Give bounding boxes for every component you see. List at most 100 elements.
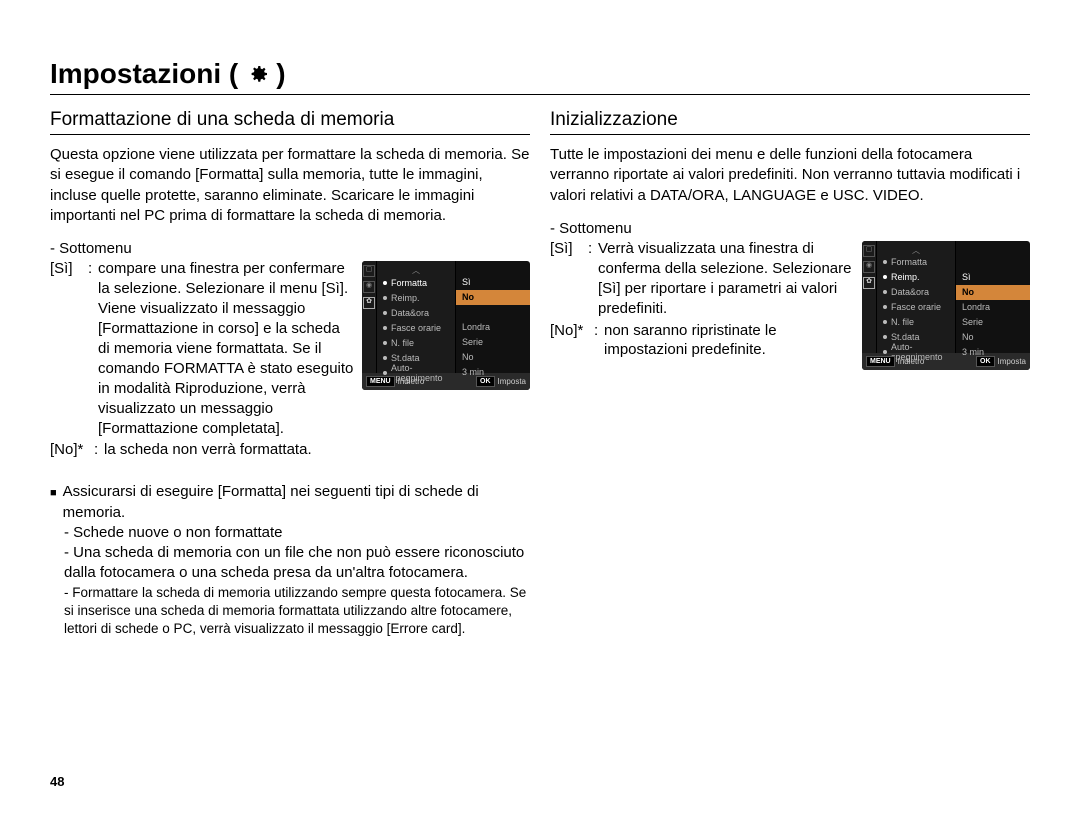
page-title: Impostazioni ( [50, 58, 238, 90]
def-key: [Sì] [50, 259, 88, 438]
ok-tag: OK [976, 356, 995, 367]
bullet-icon [383, 356, 387, 360]
left-row: [Sì] : compare una finestra per conferma… [50, 259, 530, 462]
camera-menu-item: Formatta [877, 255, 955, 270]
camera-menu-item: N. file [377, 335, 455, 350]
camera-tab-icon: ◉ [363, 281, 375, 293]
page-number: 48 [50, 774, 64, 789]
def-separator: : [594, 321, 604, 361]
note-bullet: - Schede nuove o non formattate [64, 523, 530, 543]
bullet-icon [883, 260, 887, 264]
camera-screenshot-left: ▢ ◉ ✿ ︿ Formatta Reimp. Data&ora Fasce o… [362, 261, 530, 390]
camera-tab-icon: ◉ [863, 261, 875, 273]
menu-label: Fasce orarie [891, 302, 941, 312]
ok-tag: OK [476, 376, 495, 387]
bullet-icon [383, 296, 387, 300]
right-heading: Inizializzazione [550, 109, 1030, 135]
camera-screenshot-right: ▢ ◉ ✿ ︿ Formatta Reimp. Data&ora Fasce o… [862, 241, 1030, 370]
gear-icon: ✿ [863, 277, 875, 289]
camera-value [456, 305, 530, 320]
camera-menu-item: Reimp. [877, 270, 955, 285]
page-title-row: Impostazioni ( ) [50, 58, 1030, 95]
menu-tag: MENU [366, 376, 395, 387]
page-title-close: ) [276, 58, 285, 90]
list-item: [Sì] : compare una finestra per conferma… [50, 259, 354, 438]
camera-option: Sì [956, 270, 1030, 285]
menu-label: Formatta [891, 257, 927, 267]
right-definitions: [Sì] : Verrà visualizzata una finestra d… [550, 239, 854, 363]
left-definitions: [Sì] : compare una finestra per conferma… [50, 259, 354, 462]
status-right: Imposta [498, 377, 526, 386]
def-separator: : [94, 440, 104, 460]
camera-value [956, 255, 1030, 270]
camera-tab-icon: ▢ [363, 265, 375, 277]
status-right: Imposta [998, 357, 1026, 366]
bullet-icon [883, 350, 887, 354]
bullet-icon [883, 320, 887, 324]
camera-screen: ▢ ◉ ✿ ︿ Formatta Reimp. Data&ora Fasce o… [862, 241, 1030, 370]
menu-label: St.data [391, 353, 420, 363]
camera-menu-item: Data&ora [877, 285, 955, 300]
chevron-up-icon [956, 245, 1030, 255]
gear-icon [246, 62, 270, 86]
bullet-icon [383, 311, 387, 315]
status-left: Indietro [398, 377, 425, 386]
bullet-icon [383, 326, 387, 330]
camera-tab-icon: ▢ [863, 245, 875, 257]
def-text: compare una finestra per confermare la s… [98, 259, 354, 438]
menu-label: Formatta [391, 278, 427, 288]
camera-icon-rail: ▢ ◉ ✿ [362, 261, 377, 373]
right-row: [Sì] : Verrà visualizzata una finestra d… [550, 239, 1030, 370]
right-submenu-label: - Sottomenu [550, 220, 1030, 237]
menu-tag: MENU [866, 356, 895, 367]
camera-option: Sì [456, 275, 530, 290]
note-bullet-small: - Formattare la scheda di memoria utiliz… [64, 584, 530, 639]
camera-value: Londra [956, 300, 1030, 315]
def-text: la scheda non verrà formattata. [104, 440, 312, 460]
def-key: [No]* [50, 440, 94, 460]
right-intro: Tutte le impostazioni dei menu e delle f… [550, 145, 1030, 206]
left-heading: Formattazione di una scheda di memoria [50, 109, 530, 135]
left-notes: ■ Assicurarsi di eseguire [Formatta] nei… [50, 482, 530, 638]
list-item: [No]* : la scheda non verrà formattata. [50, 440, 354, 460]
camera-value: Serie [456, 335, 530, 350]
menu-label: Fasce orarie [391, 323, 441, 333]
camera-menu-list: ︿ Formatta Reimp. Data&ora Fasce orarie … [877, 241, 956, 353]
camera-menu-item: Reimp. [377, 290, 455, 305]
bullet-icon [383, 281, 387, 285]
camera-value: No [456, 350, 530, 365]
def-text: Verrà visualizzata una finestra di confe… [598, 239, 854, 319]
bullet-icon [383, 341, 387, 345]
camera-value: Serie [956, 315, 1030, 330]
def-separator: : [88, 259, 98, 438]
camera-menu-item: Formatta [377, 275, 455, 290]
right-column: Inizializzazione Tutte le impostazioni d… [550, 109, 1030, 638]
def-text: non saranno ripristinate le impostazioni… [604, 321, 854, 361]
camera-values: Sì No Londra Serie No 3 min [956, 241, 1030, 353]
left-submenu-label: - Sottomenu [50, 240, 530, 257]
camera-menu-item: Fasce orarie [877, 300, 955, 315]
bullet-icon [883, 335, 887, 339]
status-left: Indietro [898, 357, 925, 366]
camera-menu-item: Data&ora [377, 305, 455, 320]
chevron-up-icon: ︿ [377, 265, 455, 275]
gear-icon: ✿ [363, 297, 375, 309]
menu-label: N. file [391, 338, 414, 348]
bullet-icon [883, 305, 887, 309]
note-lead: ■ Assicurarsi di eseguire [Formatta] nei… [50, 482, 530, 523]
camera-icon-rail: ▢ ◉ ✿ [862, 241, 877, 353]
menu-label: Reimp. [891, 272, 920, 282]
bullet-icon [883, 275, 887, 279]
menu-label: Data&ora [391, 308, 429, 318]
list-item: [No]* : non saranno ripristinate le impo… [550, 321, 854, 361]
bullet-icon [883, 290, 887, 294]
manual-page: Impostazioni ( ) Formattazione di una sc… [0, 0, 1080, 815]
menu-label: N. file [891, 317, 914, 327]
bullet-icon [383, 371, 387, 375]
camera-value: No [956, 330, 1030, 345]
camera-menu-list: ︿ Formatta Reimp. Data&ora Fasce orarie … [377, 261, 456, 373]
columns: Formattazione di una scheda di memoria Q… [50, 109, 1030, 638]
camera-values: Sì No Londra Serie No 3 min [456, 261, 530, 373]
note-bullet: - Una scheda di memoria con un file che … [64, 543, 530, 584]
left-column: Formattazione di una scheda di memoria Q… [50, 109, 530, 638]
